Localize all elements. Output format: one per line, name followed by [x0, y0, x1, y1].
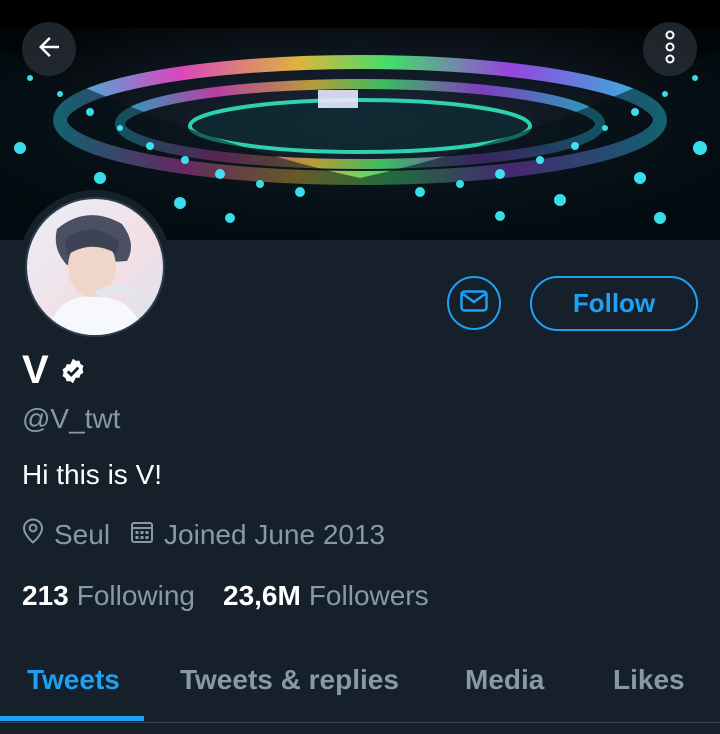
envelope-icon: [460, 289, 488, 317]
profile-stats: 213 Following 23,6M Followers: [22, 580, 429, 612]
tab-likes[interactable]: Likes: [613, 664, 685, 696]
more-vertical-icon: [663, 30, 677, 69]
profile-tabs: Tweets Tweets & replies Media Likes: [0, 648, 720, 722]
back-button[interactable]: [22, 22, 76, 76]
active-tab-indicator: [0, 716, 144, 721]
profile-meta: Seul Joined June 2013: [22, 518, 385, 551]
tabs-divider: [0, 722, 720, 723]
location-pin-icon: [22, 518, 54, 551]
calendar-icon: [130, 519, 164, 551]
location-text: Seul: [54, 518, 111, 550]
profile-name: V: [22, 348, 49, 392]
arrow-left-icon: [34, 32, 64, 67]
following-link[interactable]: 213 Following: [22, 580, 195, 612]
more-options-button[interactable]: [643, 22, 697, 76]
joined-text: Joined June 2013: [164, 518, 386, 550]
followers-link[interactable]: 23,6M Followers: [223, 580, 429, 612]
status-bar: [0, 0, 720, 28]
avatar[interactable]: [25, 197, 165, 337]
location-item: Seul: [22, 518, 110, 551]
tab-tweets[interactable]: Tweets: [27, 664, 120, 696]
profile-name-row: V: [22, 348, 87, 393]
profile-handle: @V_twt: [22, 403, 121, 434]
followers-count: 23,6M: [223, 580, 301, 611]
avatar-frame: [18, 190, 172, 344]
verified-badge-icon: [59, 357, 87, 385]
following-label: Following: [76, 580, 195, 611]
message-button[interactable]: [447, 276, 501, 330]
profile-bio: Hi this is V!: [22, 459, 163, 490]
tab-media[interactable]: Media: [465, 664, 544, 696]
tab-tweets-replies[interactable]: Tweets & replies: [180, 664, 399, 696]
followers-label: Followers: [308, 580, 429, 611]
joined-item: Joined June 2013: [130, 519, 385, 551]
follow-button[interactable]: Follow: [530, 276, 698, 331]
following-count: 213: [22, 580, 69, 611]
